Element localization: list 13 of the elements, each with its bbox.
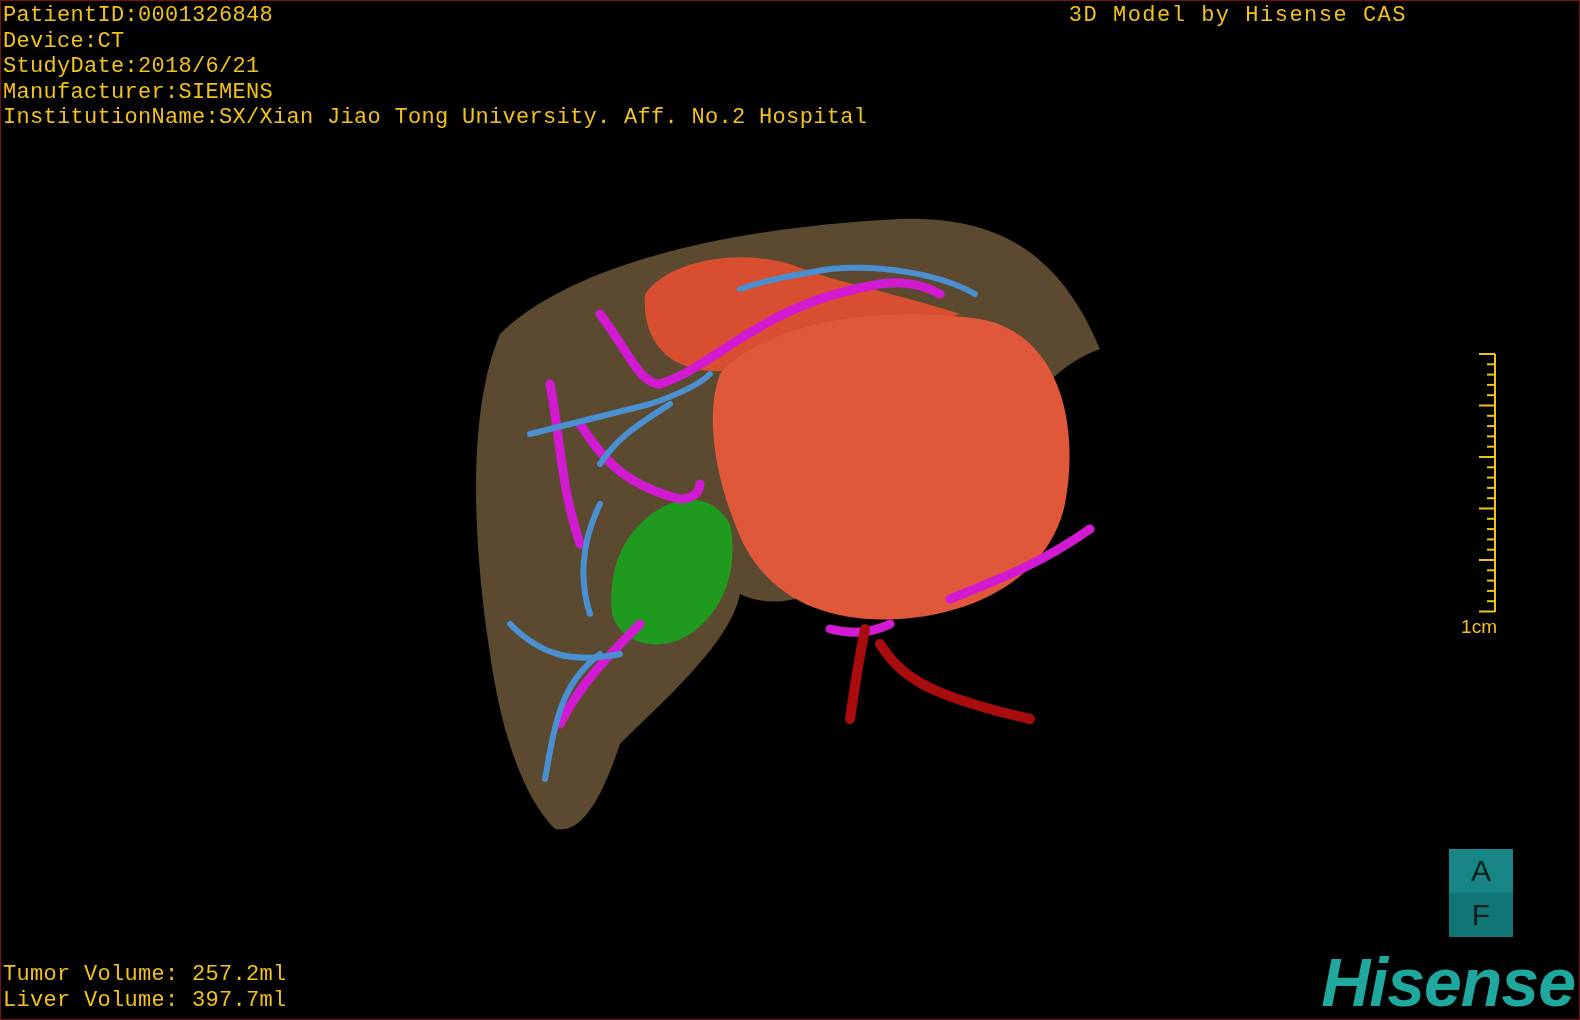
scale-label: 1cm: [1461, 615, 1497, 638]
volume-text: Tumor Volume: 257.2ml: [3, 962, 287, 988]
patient-info-text: Manufacturer:SIEMENS: [3, 79, 275, 105]
patient-info-text: PatientID:0001326848: [3, 3, 275, 29]
viewer-title: 3D Model by Hisense CAS: [1068, 3, 1407, 29]
orientation-face[interactable]: A: [1449, 849, 1513, 893]
brand-logo: Hisense: [1321, 951, 1575, 1013]
orientation-face[interactable]: F: [1449, 893, 1513, 937]
patient-info-text: Device:CT: [3, 28, 126, 54]
patient-info-text: StudyDate:2018/6/21: [3, 54, 261, 80]
patient-info-text: InstitutionName:SX/Xian Jiao Tong University. Aff. No.2 Hospital: [3, 105, 868, 131]
volume-text: Liver Volume: 397.7ml: [3, 987, 287, 1013]
scale-ruler-icon: [1479, 352, 1496, 613]
